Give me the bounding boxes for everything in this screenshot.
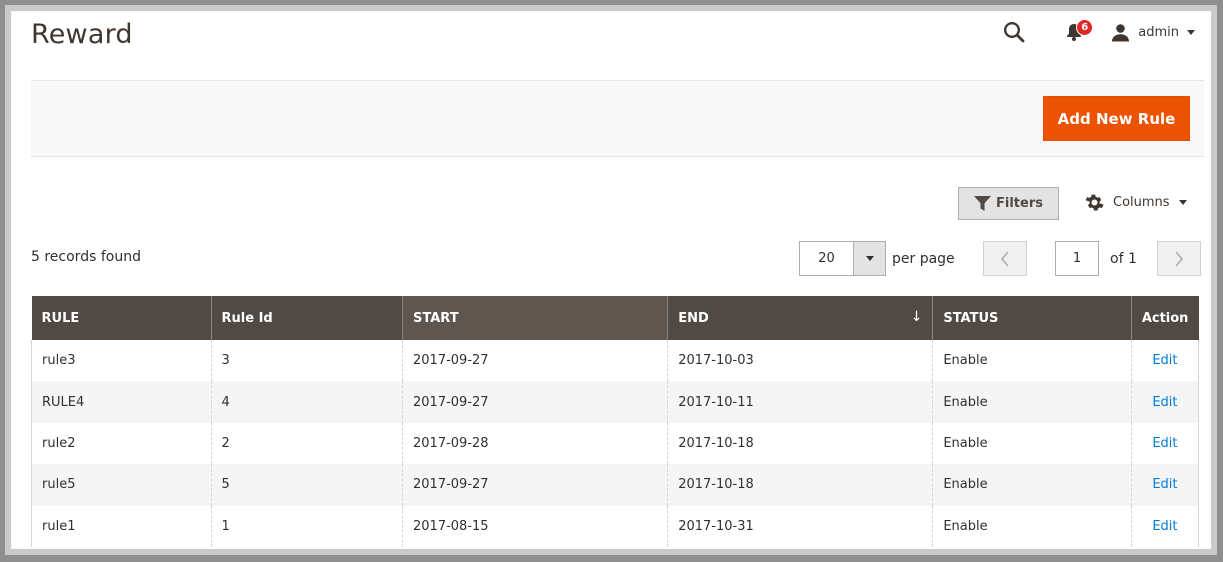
table-header-row: RULE Rule Id START END ↓ STATUS Action bbox=[31, 296, 1199, 340]
cell-start: 2017-09-28 bbox=[402, 422, 668, 465]
cell-start: 2017-09-27 bbox=[402, 381, 668, 423]
cell-rule-id: 1 bbox=[210, 505, 403, 547]
chevron-down-icon bbox=[1187, 29, 1195, 35]
edit-link[interactable]: Edit bbox=[1152, 436, 1177, 451]
column-header-rule[interactable]: RULE bbox=[31, 296, 212, 340]
page-title: Reward bbox=[31, 19, 133, 50]
per-page-label: per page bbox=[892, 250, 955, 267]
page-number-input[interactable] bbox=[1055, 241, 1099, 276]
column-header-end-label: END bbox=[678, 310, 709, 326]
cell-rule-id: 3 bbox=[210, 340, 403, 382]
cell-start: 2017-08-15 bbox=[402, 505, 668, 547]
filters-button[interactable]: Filters bbox=[958, 187, 1059, 220]
cell-end: 2017-10-11 bbox=[667, 381, 933, 423]
page-count: of 1 bbox=[1110, 250, 1137, 267]
cell-action: Edit bbox=[1130, 505, 1200, 547]
add-new-rule-button[interactable]: Add New Rule bbox=[1043, 96, 1190, 141]
chevron-down-icon bbox=[1178, 200, 1187, 205]
cell-status: Enable bbox=[932, 340, 1132, 382]
cell-status: Enable bbox=[932, 422, 1132, 465]
admin-username: admin bbox=[1138, 24, 1179, 40]
admin-page: Reward 6 admin Add New Rule Filters Colu… bbox=[11, 11, 1211, 549]
edit-link[interactable]: Edit bbox=[1152, 519, 1177, 534]
gear-icon bbox=[1085, 194, 1104, 211]
cell-rule: rule1 bbox=[31, 505, 212, 547]
sort-descending-icon: ↓ bbox=[910, 309, 923, 325]
table-row: rule2 2 2017-09-28 2017-10-18 Enable Edi… bbox=[31, 422, 1200, 465]
table-row: rule5 5 2017-09-27 2017-10-18 Enable Edi… bbox=[31, 464, 1200, 506]
column-header-rule-id[interactable]: Rule Id bbox=[210, 296, 403, 340]
notification-count-badge: 6 bbox=[1076, 19, 1094, 36]
cell-action: Edit bbox=[1130, 422, 1200, 465]
cell-rule-id: 4 bbox=[210, 381, 403, 423]
user-icon bbox=[1112, 23, 1130, 41]
cell-rule: rule3 bbox=[31, 340, 212, 382]
page-actions-bar: Add New Rule bbox=[31, 80, 1204, 157]
cell-start: 2017-09-27 bbox=[402, 340, 668, 382]
previous-page-button[interactable] bbox=[983, 241, 1027, 276]
per-page-value[interactable]: 20 bbox=[800, 242, 854, 275]
per-page-toggle[interactable] bbox=[854, 242, 885, 275]
cell-rule-id: 5 bbox=[210, 464, 403, 506]
rules-grid: RULE Rule Id START END ↓ STATUS Action r… bbox=[31, 296, 1200, 547]
next-page-button[interactable] bbox=[1156, 241, 1201, 276]
column-header-start[interactable]: START bbox=[402, 296, 668, 340]
cell-action: Edit bbox=[1130, 464, 1200, 506]
cell-status: Enable bbox=[932, 381, 1132, 423]
per-page-control: 20 per page bbox=[799, 241, 955, 276]
filters-label: Filters bbox=[996, 196, 1043, 211]
per-page-select[interactable]: 20 bbox=[799, 241, 886, 276]
edit-link[interactable]: Edit bbox=[1152, 353, 1177, 368]
filter-icon bbox=[974, 196, 991, 211]
header-actions: 6 admin bbox=[999, 17, 1195, 47]
edit-link[interactable]: Edit bbox=[1152, 395, 1177, 410]
table-row: RULE4 4 2017-09-27 2017-10-11 Enable Edi… bbox=[31, 381, 1200, 423]
cell-end: 2017-10-31 bbox=[667, 505, 933, 547]
notifications-button[interactable]: 6 bbox=[1059, 17, 1094, 47]
column-header-action: Action bbox=[1130, 296, 1199, 340]
column-header-status[interactable]: STATUS bbox=[932, 296, 1132, 340]
cell-start: 2017-09-27 bbox=[402, 464, 668, 506]
window-frame: Reward 6 admin Add New Rule Filters Colu… bbox=[5, 5, 1217, 555]
records-found: 5 records found bbox=[31, 249, 141, 265]
table-row: rule3 3 2017-09-27 2017-10-03 Enable Edi… bbox=[31, 340, 1200, 382]
chevron-right-icon bbox=[1175, 250, 1183, 267]
chevron-down-icon bbox=[865, 256, 874, 261]
cell-rule-id: 2 bbox=[210, 422, 403, 465]
cell-end: 2017-10-18 bbox=[667, 464, 933, 506]
table-row: rule1 1 2017-08-15 2017-10-31 Enable Edi… bbox=[31, 505, 1200, 547]
search-button[interactable] bbox=[999, 17, 1029, 47]
columns-button[interactable]: Columns bbox=[1085, 193, 1187, 212]
pagination: of 1 bbox=[983, 241, 1201, 276]
chevron-left-icon bbox=[1000, 250, 1009, 267]
cell-status: Enable bbox=[932, 505, 1132, 547]
cell-status: Enable bbox=[932, 464, 1132, 506]
cell-end: 2017-10-18 bbox=[667, 422, 933, 465]
search-icon bbox=[1004, 21, 1025, 43]
columns-label: Columns bbox=[1113, 195, 1170, 210]
edit-link[interactable]: Edit bbox=[1152, 477, 1177, 492]
cell-rule: rule2 bbox=[31, 422, 212, 465]
cell-action: Edit bbox=[1130, 381, 1200, 423]
cell-end: 2017-10-03 bbox=[667, 340, 933, 382]
cell-rule: rule5 bbox=[31, 464, 212, 506]
cell-rule: RULE4 bbox=[31, 381, 212, 423]
cell-action: Edit bbox=[1130, 340, 1200, 382]
admin-user-menu[interactable]: admin bbox=[1111, 23, 1195, 42]
column-header-end[interactable]: END ↓ bbox=[667, 296, 933, 340]
